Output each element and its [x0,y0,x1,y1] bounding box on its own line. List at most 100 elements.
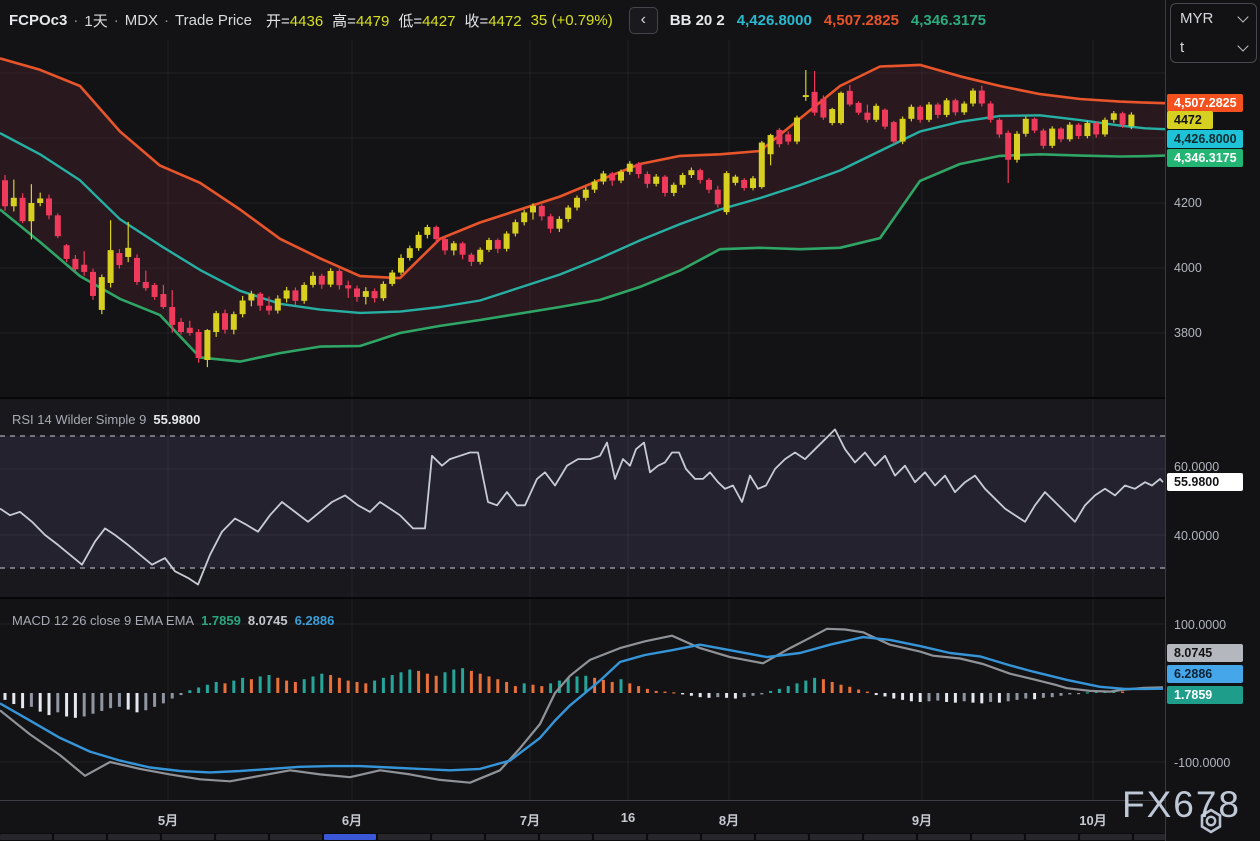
axis-tick-label: 40.0000 [1174,529,1219,543]
macd-histogram-bar [1077,693,1080,694]
axis-tick-label: -100.0000 [1174,756,1230,770]
macd-histogram-bar [118,693,121,707]
macd-histogram-bar [796,683,799,693]
macd-histogram-bar [681,693,684,694]
scrollbar-segment[interactable] [378,834,430,840]
price-tag: 4,507.2825 [1167,94,1243,112]
axis-tick-label: 3800 [1174,326,1202,340]
candle-body [565,208,571,219]
candle-body [424,227,430,235]
rsi-pane-header[interactable]: RSI 14 Wilder Simple 955.9800 [12,412,200,427]
price-tag: 4,346.3175 [1167,149,1243,167]
price-axis-panel[interactable]: MYR t 42004000380060.000040.0000100.0000… [1165,0,1260,841]
scrollbar-segment[interactable] [216,834,268,840]
scrollbar-segment[interactable] [864,834,916,840]
candle-body [592,182,598,190]
macd-histogram-bar [65,693,68,716]
candle-body [134,258,140,282]
scrollbar-segment[interactable] [108,834,160,840]
candle-body [970,91,976,104]
low-value: 4427 [422,13,455,30]
candle-body [750,178,756,188]
macd-pane-header[interactable]: MACD 12 26 close 9 EMA EMA1.78598.07456.… [12,613,334,628]
candle-body [996,120,1002,135]
scrollbar-segment[interactable] [432,834,484,840]
time-axis-tick: 6月 [342,810,362,829]
scrollbar-segment[interactable] [162,834,214,840]
scrollbar-segment[interactable] [972,834,1024,840]
interval-label[interactable]: 1天 [84,10,107,31]
candle-body [433,227,439,239]
candle-body [618,172,624,181]
scrollbar-segment[interactable] [54,834,106,840]
macd-histogram-bar [444,672,447,693]
scrollbar-segment[interactable] [270,834,322,840]
macd-histogram-bar [708,693,711,698]
candle-body [72,259,78,269]
scrollbar-segment[interactable] [1026,834,1078,840]
macd-histogram-bar [549,683,552,693]
scrollbar-segment[interactable] [918,834,970,840]
candle-body [37,198,43,203]
symbol-name[interactable]: FCPOc3 [9,12,67,29]
macd-histogram-bar [461,668,464,693]
chart-canvas[interactable] [0,0,1165,800]
candle-body [319,276,325,285]
macd-histogram-bar [400,672,403,693]
macd-histogram-bar [303,679,306,693]
bottom-scrollbar[interactable] [0,833,1260,841]
macd-histogram-bar [268,675,271,693]
macd-histogram-bar [92,693,95,714]
macd-histogram-bar [848,687,851,693]
scrollbar-segment[interactable] [1080,834,1132,840]
candle-body [785,134,791,141]
scrollbar-segment[interactable] [648,834,700,840]
series-type-label: Trade Price [175,12,252,29]
bb-basis-value: 4,426.8000 [737,12,812,29]
scrollbar-segment[interactable] [702,834,754,840]
candle-body [891,122,897,142]
macd-histogram-bar [743,693,746,697]
scrollbar-segment[interactable] [756,834,808,840]
candle-body [864,113,870,120]
scrollbar-segment[interactable] [0,834,52,840]
unit-dropdown[interactable]: t [1171,33,1256,62]
time-axis-tick: 9月 [912,810,932,829]
macd-histogram-bar [83,693,86,716]
candle-body [416,235,422,248]
candle-body [178,322,184,332]
macd-histogram-bar [1051,693,1054,697]
candle-body [451,243,457,250]
candle-body [90,272,96,296]
candle-body [776,130,782,144]
back-button[interactable]: ‹ [629,7,658,34]
macd-histogram-bar [857,690,860,693]
candle-body [222,313,228,330]
macd-histogram-bar [470,671,473,693]
candle-body [196,332,202,358]
rsi-value-tag: 55.9800 [1167,473,1243,491]
candle-body [1076,125,1082,136]
time-axis[interactable]: 5月6月7月168月9月10月 [0,800,1165,834]
currency-dropdown[interactable]: MYR [1171,4,1256,33]
macd-histogram-bar [488,676,491,693]
macd-histogram-bar [206,685,209,693]
scrollbar-segment[interactable] [486,834,538,840]
macd-histogram-bar [56,693,59,712]
macd-histogram-bar [74,693,77,718]
candle-body [812,92,818,113]
candle-body [442,239,448,250]
candle-body [407,248,413,258]
scrollbar-segment[interactable] [594,834,646,840]
scrollbar-active-segment[interactable] [324,834,376,840]
bb-indicator-title[interactable]: BB 20 2 [670,12,725,29]
candle-body [926,105,932,120]
scrollbar-segment[interactable] [540,834,592,840]
chart-region[interactable]: FCPOc3 · 1天 · MDX · Trade Price 开=4436 高… [0,0,1165,841]
scrollbar-segment[interactable] [810,834,862,840]
candle-body [231,314,237,330]
gear-icon [1196,806,1226,836]
macd-histogram-bar [716,693,719,697]
macd-histogram-bar [831,682,834,693]
close-value: 4472 [488,13,521,30]
